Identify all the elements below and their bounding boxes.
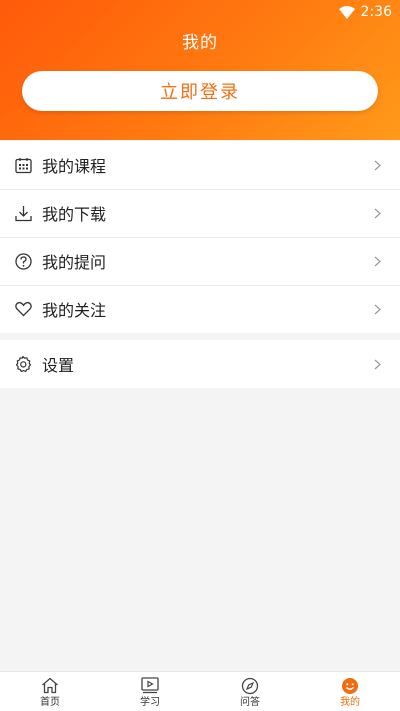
menu-item-follows[interactable]: 我的关注 (0, 285, 400, 333)
menu-group-main: 我的课程 我的下载 我的提问 我的关注 (0, 141, 400, 333)
status-bar: 2:36 (0, 0, 400, 24)
tab-label: 我的 (340, 696, 360, 708)
menu-item-label: 我的提问 (42, 253, 107, 272)
menu-item-label: 我的下载 (42, 205, 107, 224)
menu-item-questions[interactable]: 我的提问 (0, 237, 400, 285)
wifi-icon (338, 5, 355, 19)
calendar-icon (14, 156, 32, 174)
chevron-right-icon (372, 302, 382, 316)
menu-item-settings[interactable]: 设置 (0, 340, 400, 388)
smile-icon (340, 676, 360, 696)
menu-item-courses[interactable]: 我的课程 (0, 141, 400, 189)
video-icon (140, 676, 160, 696)
heart-icon (14, 300, 32, 318)
question-icon (14, 252, 32, 270)
profile-header: 2:36 我的 立即登录 (0, 0, 400, 140)
menu-item-label: 设置 (42, 356, 75, 375)
menu-item-label: 我的课程 (42, 157, 107, 176)
tab-home[interactable]: 首页 (0, 672, 100, 711)
tab-study[interactable]: 学习 (100, 672, 200, 711)
page-title: 我的 (182, 33, 218, 53)
gear-icon (14, 355, 32, 373)
menu-group-settings: 设置 (0, 340, 400, 388)
tab-label: 学习 (140, 696, 160, 708)
menu-item-downloads[interactable]: 我的下载 (0, 189, 400, 237)
home-icon (40, 676, 60, 696)
chevron-right-icon (372, 254, 382, 268)
chevron-right-icon (372, 158, 382, 172)
tab-label: 问答 (240, 696, 260, 708)
login-button[interactable]: 立即登录 (22, 71, 378, 111)
chevron-right-icon (372, 206, 382, 220)
status-time: 2:36 (360, 4, 392, 20)
menu-item-label: 我的关注 (42, 301, 107, 320)
tab-label: 首页 (40, 696, 60, 708)
download-icon (14, 204, 32, 222)
compass-icon (240, 676, 260, 696)
bottom-tab-bar: 首页 学习 问答 我的 (0, 671, 400, 711)
tab-qa[interactable]: 问答 (200, 672, 300, 711)
chevron-right-icon (372, 357, 382, 371)
tab-mine[interactable]: 我的 (300, 672, 400, 711)
